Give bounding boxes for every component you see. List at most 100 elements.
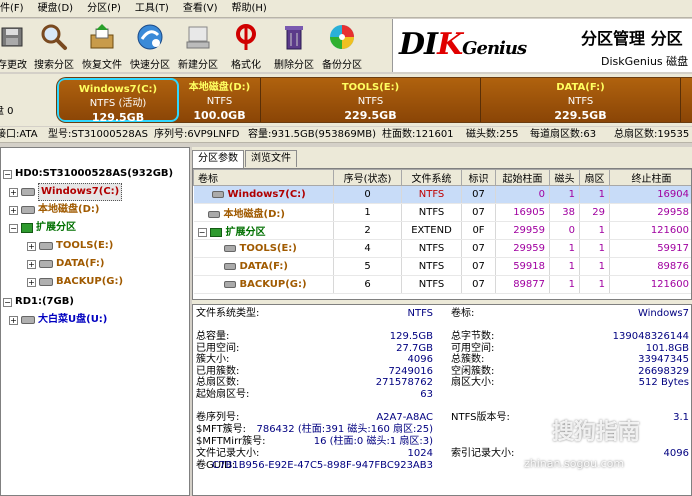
backup-partition-button[interactable]: 备份分区 — [318, 19, 366, 72]
detail-value: 271578762 — [375, 377, 433, 388]
banner-subtitle: DiskGenius 磁盘 — [601, 55, 689, 68]
new-partition-button[interactable]: 新建分区 — [174, 19, 222, 72]
col-id[interactable]: 标识 — [461, 169, 496, 186]
hard-drive-icon — [207, 210, 220, 218]
detail-key: 文件记录大小: — [196, 448, 260, 459]
format-button[interactable]: 格式化 — [222, 19, 270, 72]
extended-partition-icon — [21, 223, 33, 233]
table-row[interactable]: TOOLS(E:) 4 NTFS 07 29959 1 1 59917 — [193, 239, 691, 258]
sogou-watermark-logo — [516, 410, 546, 440]
detail-key: $MFT簇号: — [196, 424, 247, 435]
disk-heads: 磁头数:255 — [466, 129, 519, 140]
tree-node-d[interactable]: + 本地磁盘(D:) — [9, 202, 99, 218]
search-partition-label: 搜索分区 — [34, 60, 74, 71]
col-start-cyl[interactable]: 起始柱面 — [495, 169, 550, 186]
menu-view[interactable]: 查看(V) — [179, 0, 228, 18]
disk-label: 盘 0 — [0, 106, 14, 117]
tree-node-c[interactable]: + Windows7(C:) — [9, 183, 123, 201]
toolbar: 存更改 搜索分区 恢复文件 快速分区 新建分区 格式化 删除分区 备份分区 — [0, 19, 392, 72]
collapse-icon[interactable]: − — [3, 297, 12, 307]
detail-value: Windows7 — [637, 308, 689, 319]
hard-drive-icon — [223, 262, 236, 270]
col-sector[interactable]: 扇区 — [579, 169, 610, 186]
detail-key: 索引记录大小: — [451, 448, 515, 459]
tree-node-extended[interactable]: − 扩展分区 — [9, 220, 76, 236]
tree-node-f[interactable]: + DATA(F:) — [27, 256, 104, 272]
tab-partition-params[interactable]: 分区参数 — [192, 150, 244, 168]
detail-key: 总字节数: — [451, 331, 495, 342]
hard-drive-icon — [39, 242, 53, 250]
extended-partition-icon — [209, 227, 222, 237]
tree-node-g[interactable]: + BACKUP(G:) — [27, 274, 123, 290]
partition-block-c[interactable]: Windows7(C:) NTFS (活动) 129.5GB — [57, 78, 179, 122]
hard-drive-icon — [39, 278, 53, 286]
col-end-cyl[interactable]: 终止柱面 — [609, 169, 691, 186]
hard-drive-icon — [211, 190, 224, 198]
expand-icon[interactable]: + — [27, 241, 36, 251]
delete-partition-label: 删除分区 — [274, 60, 314, 71]
hard-drive-icon — [21, 188, 35, 196]
tree-node-rd1[interactable]: − RD1:(7GB) — [3, 294, 74, 310]
tab-browse-files[interactable]: 浏览文件 — [245, 150, 297, 167]
detail-row: 总容量: 129.5GB 总字节数: 139048326144 — [193, 331, 691, 343]
disk-capacity: 容量:931.5GB(953869MB) — [248, 129, 377, 140]
col-volume[interactable]: 卷标 — [193, 169, 334, 186]
table-row[interactable]: − 扩展分区 2 EXTEND 0F 29959 0 1 121600 — [193, 221, 691, 240]
col-head[interactable]: 磁头 — [549, 169, 580, 186]
hard-drive-icon — [21, 316, 35, 324]
watermark-url: zhinan.sogou.com — [524, 457, 625, 470]
table-row[interactable]: DATA(F:) 5 NTFS 07 59918 1 1 89876 — [193, 257, 691, 276]
tree-node-u[interactable]: + 大白菜U盘(U:) — [9, 312, 107, 328]
menu-file[interactable]: 件(F) — [0, 0, 34, 18]
partition-block-f[interactable]: DATA(F:) NTFS 229.5GB — [481, 78, 681, 122]
detail-value: NTFS — [407, 308, 433, 319]
detail-key: 总簇数: — [451, 354, 485, 365]
expand-icon[interactable]: + — [9, 315, 18, 325]
backup-partition-label: 备份分区 — [322, 60, 362, 71]
search-partition-button[interactable]: 搜索分区 — [30, 19, 78, 72]
hard-drive-icon — [223, 244, 236, 252]
table-row[interactable]: 本地磁盘(D:) 1 NTFS 07 16905 38 29 29958 — [193, 203, 691, 222]
partition-bar: Windows7(C:) NTFS (活动) 129.5GB 本地磁盘(D:) … — [56, 77, 692, 123]
tab-strip: 分区参数 浏览文件 — [192, 150, 298, 168]
table-row[interactable]: Windows7(C:) 0 NTFS 07 0 1 1 16904 — [193, 185, 691, 204]
recover-file-button[interactable]: 恢复文件 — [78, 19, 126, 72]
partition-block-e[interactable]: TOOLS(E:) NTFS 229.5GB — [261, 78, 481, 122]
col-filesystem[interactable]: 文件系统 — [401, 169, 462, 186]
save-icon — [0, 22, 27, 52]
partition-block-d[interactable]: 本地磁盘(D:) NTFS 100.0GB — [179, 78, 261, 122]
tree-node-hd0[interactable]: − HD0:ST31000528AS(932GB) — [3, 166, 173, 182]
delete-partition-button[interactable]: 删除分区 — [270, 19, 318, 72]
expand-icon[interactable]: + — [27, 259, 36, 269]
detail-key: 簇大小: — [196, 354, 230, 365]
detail-key: 总扇区数: — [196, 377, 240, 388]
quick-partition-button[interactable]: 快速分区 — [126, 19, 174, 72]
hard-drive-icon — [39, 260, 53, 268]
table-row[interactable]: BACKUP(G:) 6 NTFS 07 89877 1 1 121600 — [193, 275, 691, 294]
recover-file-icon — [87, 22, 117, 52]
quick-partition-label: 快速分区 — [130, 60, 170, 71]
menu-tools[interactable]: 工具(T) — [131, 0, 179, 18]
collapse-icon[interactable]: − — [3, 169, 12, 179]
col-index[interactable]: 序号(状态) — [333, 169, 402, 186]
menu-help[interactable]: 帮助(H) — [228, 0, 277, 18]
format-icon — [231, 22, 261, 52]
expand-icon[interactable]: + — [27, 277, 36, 287]
save-changes-button[interactable]: 存更改 — [0, 19, 30, 72]
collapse-icon[interactable]: − — [197, 227, 207, 237]
menu-disk[interactable]: 硬盘(D) — [34, 0, 84, 18]
app-banner: DIKGenius 分区管理 分区 DiskGenius 磁盘 — [392, 19, 692, 72]
tree-node-e[interactable]: + TOOLS(E:) — [27, 238, 113, 254]
detail-key: 扇区大小: — [451, 377, 495, 388]
detail-value: C7B1B956-E92E-47C5-898F-947FBC923AB3 — [212, 460, 433, 471]
expand-icon[interactable]: + — [9, 187, 18, 197]
expand-icon[interactable]: + — [9, 205, 18, 215]
disk-serial: 序列号:6VP9LNFD — [154, 129, 240, 140]
collapse-icon[interactable]: − — [9, 223, 18, 233]
menu-partition[interactable]: 分区(P) — [83, 0, 131, 18]
detail-value: 3.1 — [673, 412, 689, 423]
detail-key: 卷序列号: — [196, 412, 240, 423]
disk-sectors-per-track: 每道扇区数:63 — [530, 129, 597, 140]
disk-tree: − HD0:ST31000528AS(932GB) + Windows7(C:)… — [0, 147, 190, 496]
detail-value: 4096 — [663, 448, 689, 459]
